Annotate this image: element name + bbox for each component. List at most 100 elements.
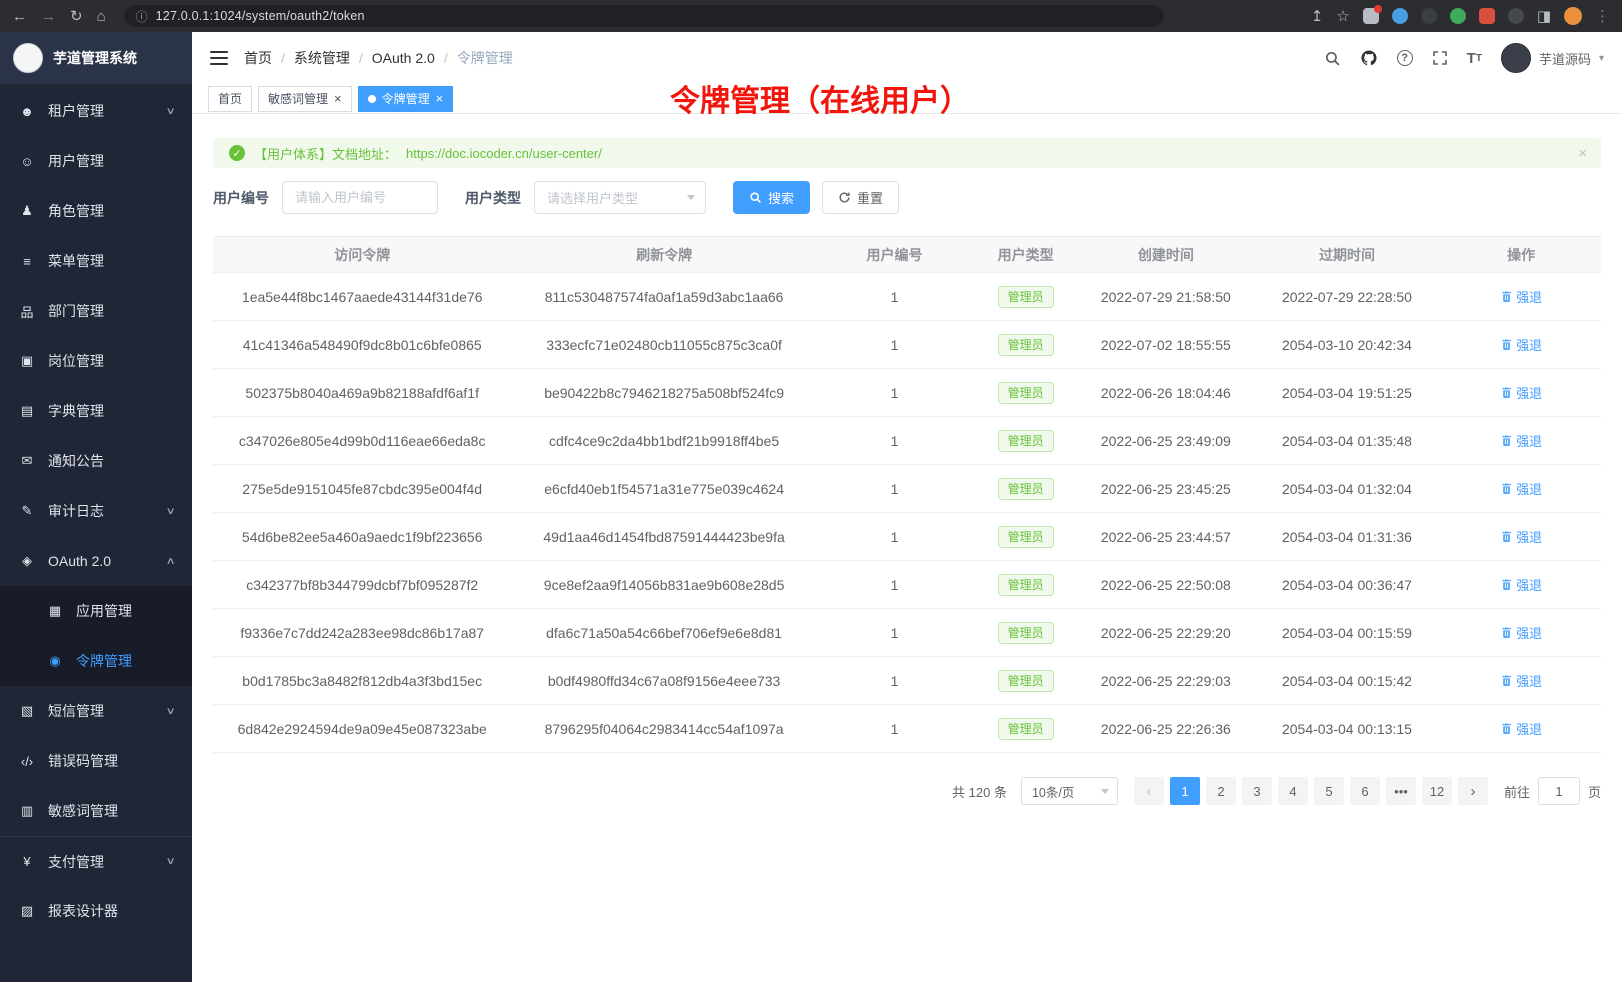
user-name: 芋道源码 (1539, 49, 1591, 68)
tab-home[interactable]: 首页 (208, 86, 252, 112)
expire-time-cell: 2054-03-04 01:35:48 (1253, 417, 1442, 465)
tenants-icon: ☻ (18, 104, 36, 119)
oauth-icon: ◈ (18, 553, 36, 569)
extension-icon[interactable] (1392, 8, 1408, 24)
force-logout-button[interactable]: 强退 (1500, 719, 1542, 738)
force-logout-button[interactable]: 强退 (1500, 335, 1542, 354)
sidebar-item-report[interactable]: ▨ 报表设计器 (0, 886, 192, 936)
force-logout-button[interactable]: 强退 (1500, 383, 1542, 402)
sidebar-item-post[interactable]: ▣ 岗位管理 (0, 336, 192, 386)
breadcrumb-item[interactable]: 首页 (244, 48, 272, 68)
sidebar-item-errorcode[interactable]: ‹/› 错误码管理 (0, 736, 192, 786)
delete-icon (1500, 482, 1513, 495)
home-icon[interactable]: ⌂ (97, 9, 106, 24)
sidebar-item-tenant[interactable]: ☻ 租户管理 ∨ (0, 86, 192, 136)
table-row: 6d842e2924594de9a09e45e087323abe 8796295… (213, 705, 1601, 753)
force-logout-button[interactable]: 强退 (1500, 287, 1542, 306)
page-button-6[interactable]: 6 (1350, 777, 1380, 805)
page-size-select[interactable]: 10条/页 (1021, 777, 1118, 805)
org-tree-icon: 品 (18, 302, 36, 321)
sidebar-item-dept[interactable]: 品 部门管理 (0, 286, 192, 336)
breadcrumb-separator: / (281, 50, 285, 66)
force-logout-button[interactable]: 强退 (1500, 527, 1542, 546)
sidebar-subitem-app[interactable]: ▦ 应用管理 (0, 586, 192, 636)
sidebar-item-pay[interactable]: ¥ 支付管理 ∨ (0, 836, 192, 886)
close-icon[interactable]: × (1578, 145, 1587, 162)
split-view-icon[interactable]: ◨ (1537, 9, 1551, 24)
sidebar-item-user[interactable]: ☺ 用户管理 (0, 136, 192, 186)
table-row: c342377bf8b344799dcbf7bf095287f2 9ce8ef2… (213, 561, 1601, 609)
sidebar-item-audit[interactable]: ✎ 审计日志 ∨ (0, 486, 192, 536)
app-logo[interactable]: 芋道管理系统 (0, 32, 192, 84)
force-logout-button[interactable]: 强退 (1500, 575, 1542, 594)
more-pages-button[interactable]: ••• (1386, 777, 1416, 805)
user-menu[interactable]: 芋道源码 ▾ (1501, 43, 1604, 73)
search-button[interactable]: 搜索 (733, 181, 810, 214)
search-icon[interactable] (1324, 50, 1341, 67)
user-id-cell: 1 (817, 705, 972, 753)
column-header: 访问令牌 (213, 237, 511, 273)
breadcrumb-item[interactable]: OAuth 2.0 (372, 50, 435, 66)
extension-icon[interactable] (1450, 8, 1466, 24)
extension-icon[interactable] (1508, 8, 1524, 24)
share-icon[interactable]: ↥ (1311, 9, 1324, 24)
doc-link[interactable]: https://doc.iocoder.cn/user-center/ (406, 146, 602, 161)
user-id-cell: 1 (817, 561, 972, 609)
sidebar-collapse-icon[interactable] (210, 50, 228, 66)
force-logout-button[interactable]: 强退 (1500, 431, 1542, 450)
goto-page-input[interactable] (1538, 777, 1580, 805)
reload-icon[interactable]: ↻ (70, 9, 83, 24)
github-icon[interactable] (1360, 49, 1378, 67)
sidebar-item-role[interactable]: ♟ 角色管理 (0, 186, 192, 236)
sidebar-item-oauth[interactable]: ◈ OAuth 2.0 ∧ (0, 536, 192, 586)
breadcrumb-item[interactable]: 系统管理 (294, 48, 350, 68)
forward-icon[interactable]: → (41, 9, 56, 24)
fullscreen-icon[interactable] (1432, 50, 1448, 66)
overflow-menu-icon[interactable]: ⋮ (1595, 9, 1610, 24)
close-icon[interactable]: × (436, 92, 444, 105)
url-bar[interactable]: ⓘ 127.0.0.1:1024/system/oauth2/token (124, 5, 1164, 27)
sidebar-item-dict[interactable]: ▤ 字典管理 (0, 386, 192, 436)
delete-icon (1500, 434, 1513, 447)
table-row: 275e5de9151045fe87cbdc395e004f4d e6cfd40… (213, 465, 1601, 513)
font-size-icon[interactable]: TT (1467, 50, 1482, 67)
back-icon[interactable]: ← (12, 9, 27, 24)
help-icon[interactable]: ? (1397, 50, 1413, 66)
column-header: 过期时间 (1253, 237, 1442, 273)
reset-button[interactable]: 重置 (822, 181, 899, 214)
page-button-12[interactable]: 12 (1422, 777, 1452, 805)
sidebar-item-sms[interactable]: ▧ 短信管理 ∨ (0, 686, 192, 736)
sidebar-item-menu[interactable]: ≡ 菜单管理 (0, 236, 192, 286)
page-button-2[interactable]: 2 (1206, 777, 1236, 805)
tab-token[interactable]: 令牌管理 × (358, 86, 454, 112)
sidebar-item-notice[interactable]: ✉ 通知公告 (0, 436, 192, 486)
page-button-1[interactable]: 1 (1170, 777, 1200, 805)
extension-puzzle-icon[interactable] (1479, 8, 1495, 24)
page-button-4[interactable]: 4 (1278, 777, 1308, 805)
page-button-3[interactable]: 3 (1242, 777, 1272, 805)
sidebar-item-sensitive[interactable]: ▥ 敏感词管理 (0, 786, 192, 836)
sidebar-menu: ☻ 租户管理 ∨ ☺ 用户管理 ♟ 角色管理 ≡ 菜单管理 品 部门管理 ▣ 岗… (0, 84, 192, 982)
success-check-icon: ✓ (229, 145, 245, 161)
extension-icon[interactable] (1421, 8, 1437, 24)
prev-page-button[interactable]: ‹ (1134, 777, 1164, 805)
user-type-select[interactable]: 请选择用户类型 (534, 181, 706, 214)
next-page-button[interactable]: › (1458, 777, 1488, 805)
browser-profile-avatar[interactable] (1564, 7, 1582, 25)
page-button-5[interactable]: 5 (1314, 777, 1344, 805)
user-id-input[interactable] (282, 181, 438, 214)
create-time-cell: 2022-06-25 23:44:57 (1079, 513, 1253, 561)
force-logout-button[interactable]: 强退 (1500, 671, 1542, 690)
table-row: 54d6be82ee5a460a9aedc1f9bf223656 49d1aa4… (213, 513, 1601, 561)
site-info-icon[interactable]: ⓘ (136, 8, 148, 25)
extension-grid-icon[interactable] (1363, 8, 1379, 24)
bookmark-star-icon[interactable]: ☆ (1336, 9, 1349, 24)
force-logout-button[interactable]: 强退 (1500, 479, 1542, 498)
sidebar-subitem-token[interactable]: ◉ 令牌管理 (0, 636, 192, 686)
close-icon[interactable]: × (334, 92, 342, 105)
role-icon: ♟ (18, 203, 36, 219)
tab-sensitive[interactable]: 敏感词管理 × (258, 86, 352, 112)
user-type-placeholder: 请选择用户类型 (547, 188, 638, 207)
user-type-badge: 管理员 (998, 718, 1054, 740)
force-logout-button[interactable]: 强退 (1500, 623, 1542, 642)
